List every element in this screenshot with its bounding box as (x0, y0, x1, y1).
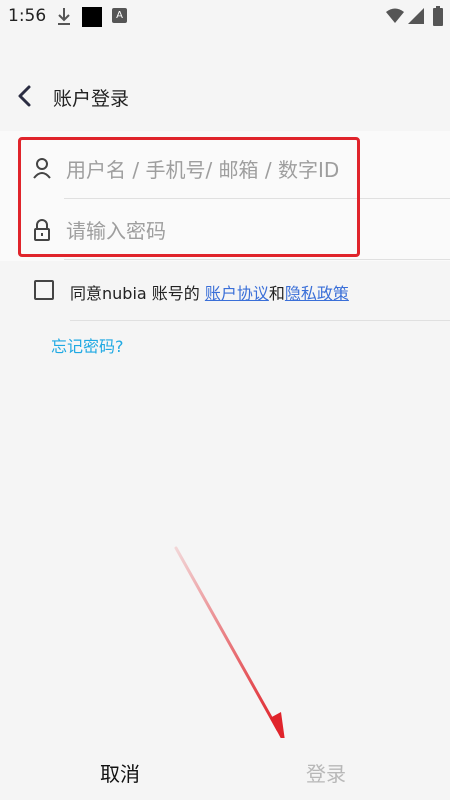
a-icon: A (112, 8, 127, 23)
lock-icon (34, 219, 50, 241)
bottom-action-bar: 取消 登录 (0, 738, 450, 800)
app-header: 账户登录 (0, 64, 450, 128)
login-form (0, 131, 450, 261)
agreement-row: 同意nubia 账号的 账户协议和隐私政策 (0, 270, 450, 312)
agreement-divider (70, 320, 450, 321)
login-button[interactable]: 登录 (306, 758, 346, 787)
username-row (0, 139, 450, 199)
battery-icon (433, 6, 443, 26)
signal-icon (408, 8, 424, 24)
password-divider (64, 259, 450, 260)
privacy-policy-link[interactable]: 隐私政策 (285, 284, 349, 303)
cancel-button[interactable]: 取消 (100, 758, 140, 787)
agreement-checkbox[interactable] (34, 280, 54, 300)
forgot-password-link[interactable]: 忘记密码? (51, 333, 124, 357)
password-row (0, 200, 450, 260)
status-time: 1:56 (8, 6, 47, 26)
download-icon (58, 8, 70, 25)
black-square-icon (82, 7, 102, 27)
password-input[interactable] (64, 212, 368, 250)
username-input[interactable] (64, 151, 368, 189)
account-agreement-link[interactable]: 账户协议 (205, 284, 269, 303)
page-title: 账户登录 (53, 88, 130, 110)
agreement-text: 同意nubia 账号的 账户协议和隐私政策 (70, 280, 349, 304)
wifi-icon (386, 8, 404, 23)
chevron-left-icon[interactable] (14, 83, 36, 109)
username-divider (64, 198, 450, 199)
agreement-prefix: 同意nubia 账号的 (70, 284, 205, 303)
user-icon (33, 158, 51, 179)
agreement-middle: 和 (268, 284, 285, 303)
status-bar: 1:56 A (0, 0, 450, 34)
